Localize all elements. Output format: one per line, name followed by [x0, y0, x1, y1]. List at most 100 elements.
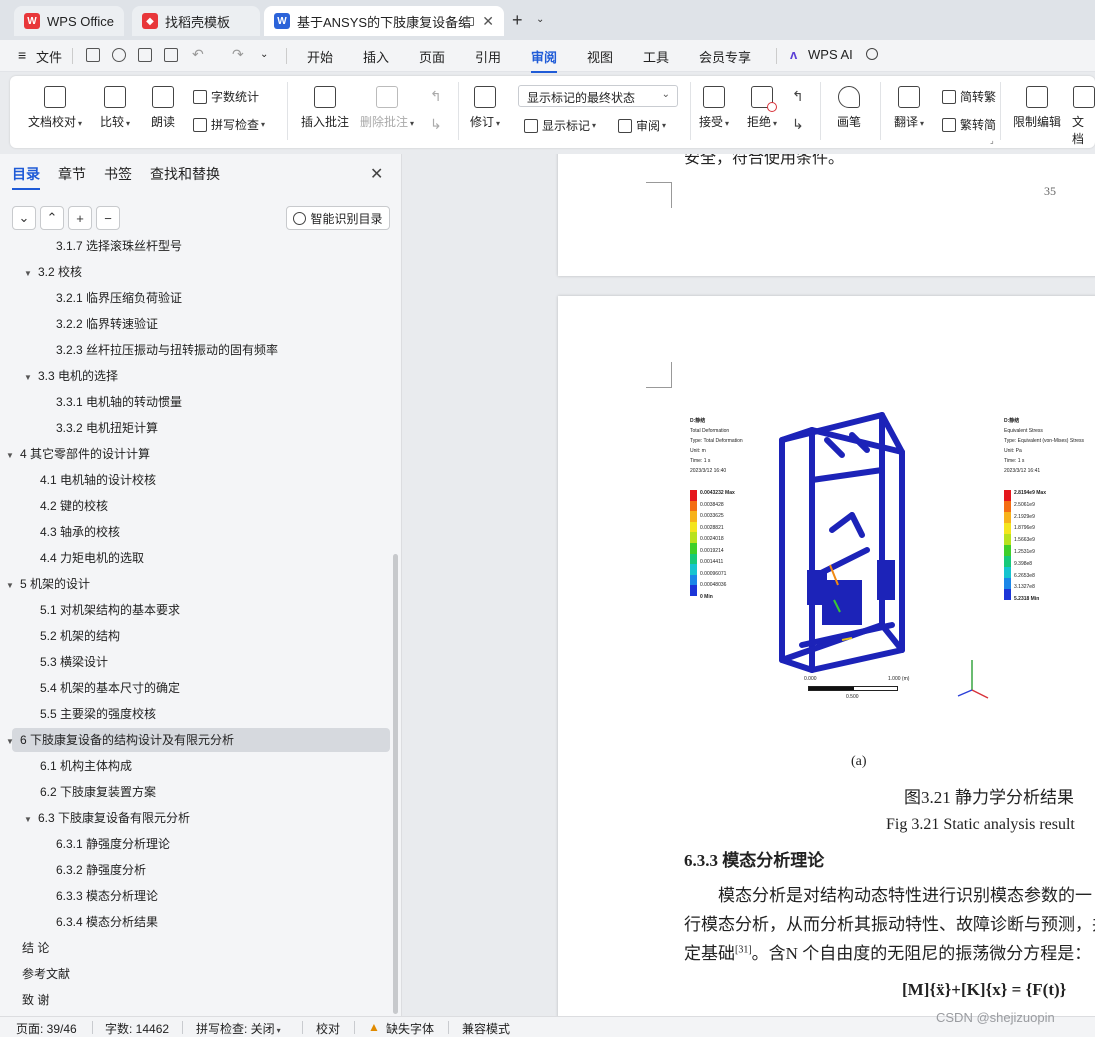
word-count-button[interactable]: 字数统计 [193, 88, 259, 105]
track-changes-button[interactable]: 修订 ▾ [470, 86, 500, 130]
toc-item[interactable]: 3.2.3 丝杆拉压振动与扭转振动的固有频率 [56, 338, 278, 362]
compare-button[interactable]: 比较 ▾ [100, 86, 130, 130]
insert-comment-button[interactable]: 插入批注 [301, 86, 349, 130]
expand-triangle-icon[interactable]: ▼ [6, 730, 20, 754]
menu-wps-ai[interactable]: WPS AI [808, 47, 853, 62]
redo-icon[interactable]: ↷ [232, 46, 244, 63]
toc-item[interactable]: 3.2.1 临界压缩负荷验证 [56, 286, 182, 310]
translate-button[interactable]: 翻译 ▾ [894, 86, 924, 130]
spell-check-button[interactable]: 拼写检查 ▾ [193, 116, 265, 133]
menu-insert[interactable]: 插入 [363, 47, 389, 66]
pen-button[interactable]: 画笔 [837, 86, 861, 130]
doc-proof-button[interactable]: 文档校对 ▾ [28, 86, 82, 130]
expand-triangle-icon[interactable]: ▼ [24, 366, 38, 390]
toc-item[interactable]: 致 谢 [22, 988, 49, 1012]
tab-chapters[interactable]: 章节 [58, 164, 86, 184]
expand-triangle-icon[interactable]: ▼ [6, 444, 20, 468]
tab-bookmarks[interactable]: 书签 [104, 164, 132, 184]
search-icon[interactable] [866, 48, 878, 60]
expand-triangle-icon[interactable]: ▼ [24, 262, 38, 286]
chevron-down-icon[interactable]: ⌄ [536, 14, 544, 25]
review-pane-button[interactable]: 审阅 ▾ [618, 117, 666, 134]
page-indicator[interactable]: 页面: 39/46 [16, 1020, 77, 1037]
previous-comment-icon[interactable]: ↰ [430, 88, 442, 105]
show-markup-button[interactable]: 显示标记 ▾ [524, 117, 596, 134]
menu-file[interactable]: 文件 [36, 47, 62, 66]
chevron-down-icon[interactable]: ⌄ [260, 49, 268, 60]
menu-references[interactable]: 引用 [475, 47, 501, 66]
toc-item[interactable]: 4.2 键的校核 [40, 494, 108, 518]
group-expand-icon[interactable]: ⌟ [990, 136, 994, 145]
read-aloud-button[interactable]: 朗读 [151, 86, 175, 130]
tab-wps-office[interactable]: W WPS Office [14, 6, 124, 36]
tab-toc[interactable]: 目录 [12, 164, 40, 190]
toc-item[interactable]: 6.3.3 模态分析理论 [56, 884, 158, 908]
to-traditional-button[interactable]: 简转繁 [942, 88, 996, 105]
menu-membership[interactable]: 会员专享 [699, 47, 751, 66]
undo-icon[interactable]: ↶ [192, 46, 204, 63]
proof-status[interactable]: 校对 [316, 1020, 340, 1037]
share-icon[interactable] [112, 48, 126, 62]
to-simplified-button[interactable]: 繁转简 [942, 116, 996, 133]
menu-page[interactable]: 页面 [419, 47, 445, 66]
restrict-edit-button[interactable]: 限制编辑 [1013, 86, 1061, 130]
print-icon[interactable] [138, 48, 152, 62]
next-change-icon[interactable]: ↳ [792, 116, 804, 133]
toc-item[interactable]: ▼ 6 下肢康复设备的结构设计及有限元分析 [6, 728, 234, 752]
word-count-status[interactable]: 字数: 14462 [105, 1020, 169, 1037]
toc-item[interactable]: 6.3.1 静强度分析理论 [56, 832, 170, 856]
toc-item[interactable]: 5.1 对机架结构的基本要求 [40, 598, 180, 622]
toc-item[interactable]: ▼ 5 机架的设计 [6, 572, 90, 596]
toc-item[interactable]: 6.3.2 静强度分析 [56, 858, 146, 882]
tab-document[interactable]: W 基于ANSYS的下肢康复设备结 ✕ [264, 6, 504, 36]
toc-item[interactable]: 6.1 机构主体构成 [40, 754, 132, 778]
print-preview-icon[interactable] [164, 48, 178, 62]
toc-item[interactable]: ▼ 4 其它零部件的设计计算 [6, 442, 150, 466]
close-icon[interactable]: ✕ [370, 164, 383, 184]
toc-item[interactable]: 3.2.2 临界转速验证 [56, 312, 158, 336]
missing-font-status[interactable]: 缺失字体 [386, 1020, 434, 1037]
toc-item[interactable]: 3.3.2 电机扭矩计算 [56, 416, 158, 440]
toc-item[interactable]: 6.3.4 模态分析结果 [56, 910, 158, 934]
menu-home[interactable]: 开始 [307, 47, 333, 66]
save-icon[interactable] [86, 48, 100, 62]
toc-item[interactable]: 参考文献 [22, 962, 70, 986]
next-comment-icon[interactable]: ↳ [430, 116, 442, 133]
menu-tools[interactable]: 工具 [643, 47, 669, 66]
close-tab-icon[interactable]: ✕ [482, 13, 494, 30]
toc-item[interactable]: 5.5 主要梁的强度校核 [40, 702, 156, 726]
smart-toc-button[interactable]: 智能识别目录 [286, 206, 390, 230]
collapse-up-button[interactable]: ⌃ [40, 206, 64, 230]
reject-button[interactable]: 拒绝 ▾ [747, 86, 777, 130]
toc-item[interactable]: ▼ 6.3 下肢康复设备有限元分析 [24, 806, 190, 830]
toc-item[interactable]: 结 论 [22, 936, 49, 960]
toc-item[interactable]: 5.2 机架的结构 [40, 624, 120, 648]
menu-review[interactable]: 审阅 [531, 47, 558, 73]
delete-comment-button[interactable]: 删除批注 ▾ [360, 86, 414, 130]
toc-item[interactable]: 3.3.1 电机轴的转动惯量 [56, 390, 182, 414]
add-heading-button[interactable]: + [68, 206, 92, 230]
expand-triangle-icon[interactable]: ▼ [24, 808, 38, 832]
toc-item[interactable]: ▼ 3.2 校核 [24, 260, 82, 284]
toc-item[interactable]: 4.4 力矩电机的选取 [40, 546, 144, 570]
hamburger-icon[interactable]: ≡ [18, 47, 26, 63]
collapse-down-button[interactable]: ⌄ [12, 206, 36, 230]
accept-button[interactable]: 接受 ▾ [699, 86, 729, 130]
toc-item[interactable]: 4.1 电机轴的设计校核 [40, 468, 156, 492]
remove-heading-button[interactable]: − [96, 206, 120, 230]
doc-permission-button[interactable]: 文档 [1072, 86, 1095, 147]
tab-find-replace[interactable]: 查找和替换 [150, 164, 220, 184]
toc-item[interactable]: 5.3 横梁设计 [40, 650, 108, 674]
toc-item[interactable]: ▼ 3.3 电机的选择 [24, 364, 118, 388]
toc-item[interactable]: 6.2 下肢康复装置方案 [40, 780, 156, 804]
expand-triangle-icon[interactable]: ▼ [6, 574, 20, 598]
menu-view[interactable]: 视图 [587, 47, 613, 66]
tab-find-template[interactable]: ◆ 找稻壳模板 [132, 6, 260, 36]
previous-change-icon[interactable]: ↰ [792, 88, 804, 105]
sidebar-scrollbar[interactable] [393, 554, 398, 1014]
toc-item[interactable]: 3.1.7 选择滚珠丝杆型号 [56, 238, 182, 258]
markup-display-select[interactable]: 显示标记的最终状态 ⌄ [518, 85, 678, 107]
spell-check-status[interactable]: 拼写检查: 关闭 ▾ [196, 1020, 281, 1037]
new-tab-icon[interactable]: + [512, 10, 523, 31]
toc-item[interactable]: 4.3 轴承的校核 [40, 520, 120, 544]
